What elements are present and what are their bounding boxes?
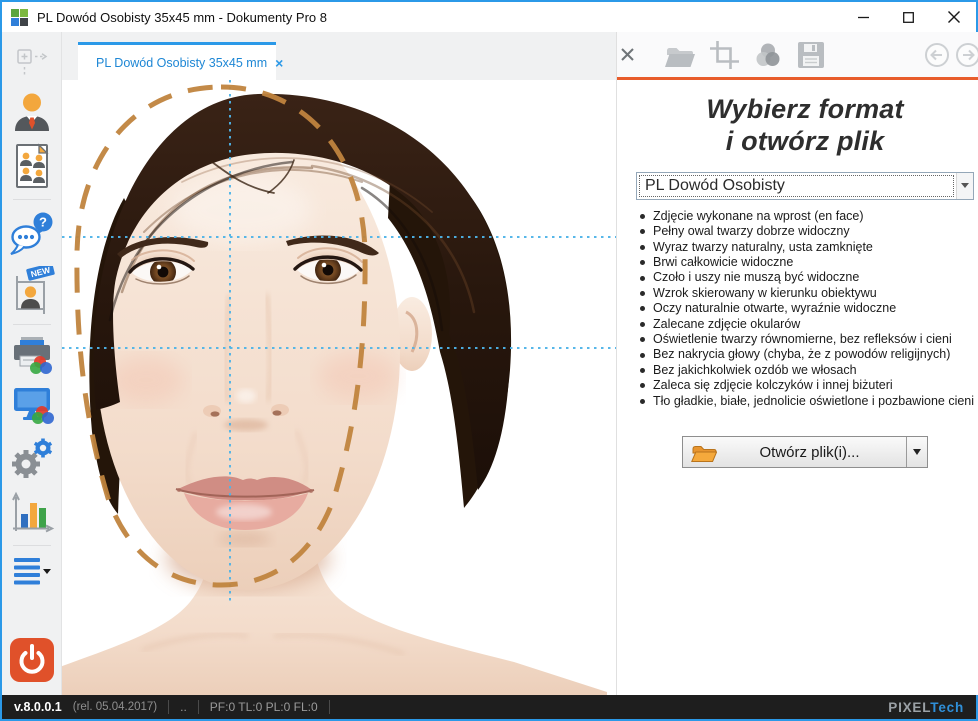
counters-label: PF:0 TL:0 PL:0 FL:0 (209, 700, 318, 714)
menu-list-icon[interactable] (11, 556, 53, 586)
heading-line1: Wybierz format (706, 94, 904, 124)
panel-heading: Wybierz format i otwórz plik (636, 94, 974, 158)
sidebar-divider (12, 545, 51, 546)
svg-text:?: ? (39, 215, 47, 230)
photo-canvas[interactable] (62, 80, 616, 695)
display-colors-icon[interactable] (10, 385, 54, 425)
requirement-item: Zdjęcie wykonane na wprost (en face) (638, 209, 974, 224)
save-icon[interactable] (796, 40, 826, 70)
app-logo-icon (11, 8, 29, 26)
open-files-label: Otwórz plik(i)... (759, 443, 860, 461)
help-chat-icon[interactable]: ? (9, 210, 55, 256)
close-button[interactable] (931, 2, 976, 32)
tab-label: PL Dowód Osobisty 35x45 mm (96, 55, 268, 70)
requirement-item: Oświetlenie twarzy równomierne, bez refl… (638, 332, 974, 347)
single-person-icon[interactable] (12, 91, 52, 133)
new-crop-person-icon[interactable]: NEW (9, 266, 55, 314)
requirement-item: Oczy naturalnie otwarte, wyraźnie widocz… (638, 301, 974, 316)
status-divider (197, 700, 199, 714)
statistics-chart-icon[interactable] (9, 491, 55, 535)
pixeltech-logo: PIXELTech (888, 699, 964, 715)
minimize-button[interactable] (841, 2, 886, 32)
open-folder-icon[interactable] (664, 40, 696, 70)
forward-icon[interactable] (955, 42, 978, 68)
status-dots: .. (180, 700, 187, 714)
heading-line2: i otwórz plik (725, 125, 885, 156)
requirement-item: Pełny owal twarzy dobrze widoczny (638, 224, 974, 239)
release-date-label: (rel. 05.04.2017) (72, 701, 158, 713)
requirement-item: Zalecane zdjęcie okularów (638, 317, 974, 332)
window-title: PL Dowód Osobisty 35x45 mm - Dokumenty P… (37, 9, 327, 25)
requirement-item: Tło gładkie, białe, jednolicie oświetlon… (638, 394, 974, 409)
format-panel: Wybierz format i otwórz plik PL Dowód Os… (617, 80, 978, 695)
format-select-value[interactable]: PL Dowód Osobisty (639, 174, 955, 197)
sidebar-divider (12, 324, 51, 325)
open-files-button[interactable]: Otwórz plik(i)... (682, 436, 929, 468)
settings-gears-icon[interactable] (9, 435, 55, 481)
requirement-item: Bez jakichkolwiek ozdób we włosach (638, 363, 974, 378)
tab-pl-dowod-osobisty[interactable]: PL Dowód Osobisty 35x45 mm × (78, 42, 283, 80)
requirement-item: Wzrok skierowany w kierunku obiektywu (638, 286, 974, 301)
move-placeholder-icon (15, 47, 49, 81)
colors-icon[interactable] (753, 40, 783, 70)
requirement-item: Bez nakrycia głowy (chyba, że z powodów … (638, 347, 974, 362)
sidebar: ? NEW (2, 32, 62, 695)
folder-icon (691, 446, 718, 462)
chevron-down-icon (913, 449, 922, 455)
requirement-item: Brwi całkowicie widoczne (638, 255, 974, 270)
version-label: v.8.0.0.1 (14, 700, 62, 714)
close-icon[interactable] (621, 48, 634, 61)
people-document-icon[interactable] (12, 143, 52, 189)
status-divider (168, 700, 170, 714)
format-select-dropdown-button[interactable] (956, 172, 974, 199)
back-icon[interactable] (924, 42, 950, 68)
requirement-item: Zaleca się zdjęcie kolczyków i innej biż… (638, 378, 974, 393)
requirements-list: Zdjęcie wykonane na wprost (en face) Peł… (638, 209, 974, 409)
sidebar-divider (12, 199, 51, 200)
crop-icon[interactable] (709, 40, 740, 70)
requirement-item: Wyraz twarzy naturalny, usta zamknięte (638, 240, 974, 255)
open-files-dropdown-button[interactable] (906, 437, 927, 467)
chevron-down-icon (961, 183, 970, 189)
title-bar: PL Dowód Osobisty 35x45 mm - Dokumenty P… (2, 2, 976, 32)
requirement-item: Czoło i uszy nie muszą być widoczne (638, 270, 974, 285)
tab-strip: PL Dowód Osobisty 35x45 mm × (62, 32, 616, 80)
portrait-photo (62, 80, 616, 695)
app-window: PL Dowód Osobisty 35x45 mm - Dokumenty P… (0, 0, 978, 721)
status-divider (328, 700, 330, 714)
top-toolbar (617, 32, 978, 80)
print-colors-icon[interactable] (10, 335, 54, 375)
status-bar: v.8.0.0.1 (rel. 05.04.2017) .. PF:0 TL:0… (2, 695, 976, 719)
power-icon[interactable] (9, 638, 54, 682)
maximize-button[interactable] (886, 2, 931, 32)
tab-close-icon[interactable]: × (275, 56, 283, 70)
format-select[interactable]: PL Dowód Osobisty (636, 171, 975, 200)
